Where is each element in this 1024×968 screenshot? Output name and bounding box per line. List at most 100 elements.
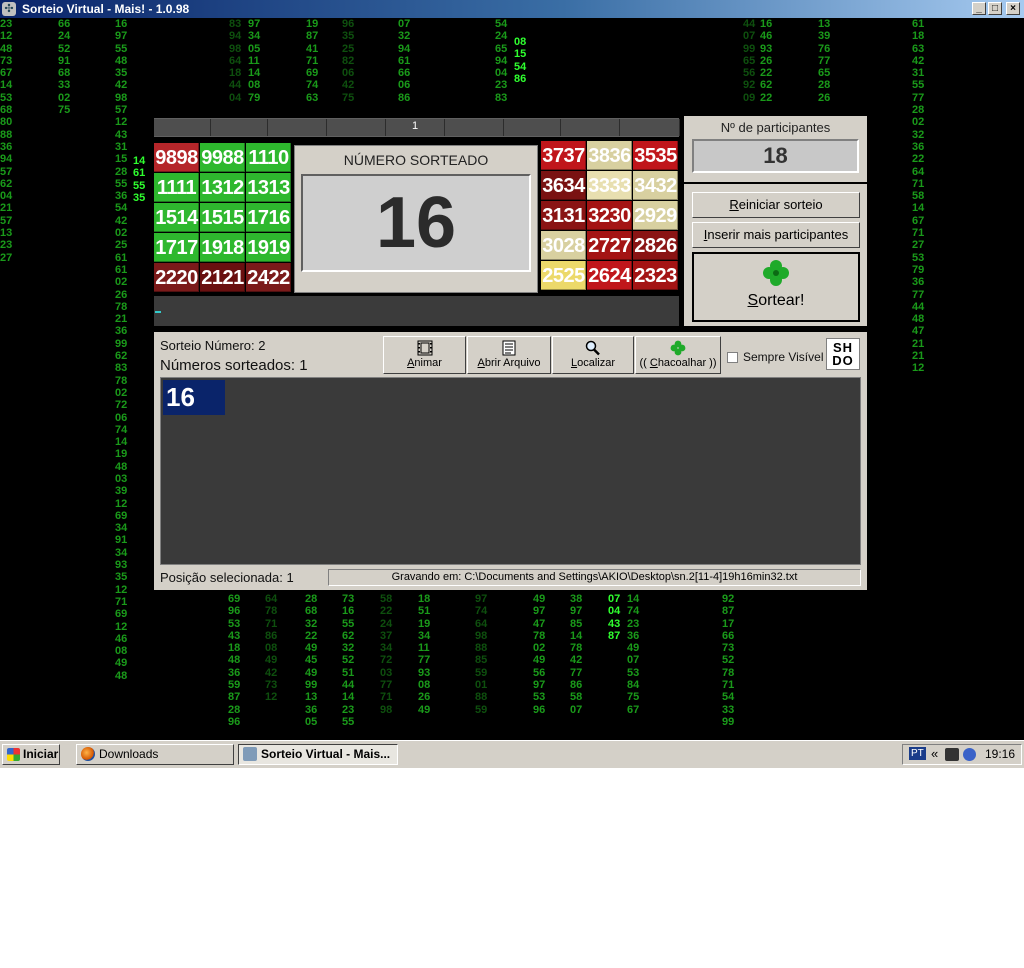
number-cell: 2826 bbox=[633, 231, 678, 260]
insert-participants-button[interactable]: Inserir mais participantes bbox=[692, 222, 860, 248]
task-downloads-label: Downloads bbox=[99, 747, 159, 761]
matrix-column: 08 15 54 86 bbox=[514, 36, 527, 85]
matrix-column: 16 97 55 48 35 42 98 57 12 43 31 15 28 5… bbox=[115, 18, 128, 682]
matrix-column: 07 04 43 87 bbox=[608, 593, 621, 642]
drawn-number-panel: NÚMERO SORTEADO 16 bbox=[294, 145, 538, 293]
restart-draw-button[interactable]: Reiniciar sorteio bbox=[692, 192, 860, 218]
animate-button[interactable]: Animar bbox=[383, 336, 466, 374]
network-icon[interactable] bbox=[963, 748, 976, 761]
number-cell: 1312 bbox=[200, 173, 245, 202]
number-cell-value: 3333 bbox=[588, 174, 631, 197]
matrix-column: 96 35 25 82 06 42 75 bbox=[342, 18, 355, 104]
number-cell: 1111 bbox=[154, 173, 199, 202]
number-cell-value: 2826 bbox=[634, 234, 677, 257]
number-cell-value: 1717 bbox=[155, 236, 198, 259]
number-cell: 3535 bbox=[633, 141, 678, 170]
number-cell-value: 2323 bbox=[634, 264, 677, 287]
matrix-column: 97 34 05 11 14 08 79 bbox=[248, 18, 261, 104]
firefox-icon bbox=[81, 747, 95, 761]
open-file-button[interactable]: Abrir Arquivo bbox=[467, 336, 551, 374]
animate-label: Animar bbox=[407, 357, 442, 369]
matrix-column: 23 12 48 73 67 14 53 68 80 88 36 94 57 6… bbox=[0, 18, 13, 264]
number-cell: 1514 bbox=[154, 203, 199, 232]
number-cell: 3333 bbox=[587, 171, 632, 200]
document-icon bbox=[502, 340, 516, 356]
window-title: Sorteio Virtual - Mais! - 1.0.98 bbox=[22, 2, 190, 16]
number-cell-value: 2422 bbox=[247, 266, 290, 289]
start-label: Iniciar bbox=[23, 747, 59, 761]
drawn-number-item[interactable]: 16 bbox=[163, 380, 225, 415]
find-button[interactable]: Localizar bbox=[552, 336, 634, 374]
draw-button[interactable]: Sortear! bbox=[692, 252, 860, 322]
number-cell-value: 2525 bbox=[542, 264, 585, 287]
results-panel: Sorteio Número: 2 Números sorteados: 1 A… bbox=[154, 332, 867, 590]
matrix-column: 49 97 47 78 02 49 56 97 53 96 bbox=[533, 593, 546, 716]
participants-count: 18 bbox=[692, 139, 859, 173]
title-bar[interactable]: ✣ Sorteio Virtual - Mais! - 1.0.98 _ □ × bbox=[0, 0, 1024, 18]
number-cell: 2624 bbox=[587, 261, 632, 290]
find-label: Localizar bbox=[570, 357, 616, 369]
shake-button[interactable]: (( Chacoalhar )) bbox=[635, 336, 721, 374]
progress-strip bbox=[154, 296, 679, 326]
matrix-column: 69 96 53 43 18 48 36 59 87 28 96 bbox=[228, 593, 241, 728]
number-cell: 3432 bbox=[633, 171, 678, 200]
draw-number-label: Sorteio Número: 2 bbox=[160, 338, 266, 353]
numbers-drawn-label: Números sorteados: 1 bbox=[160, 357, 308, 374]
start-button[interactable]: Iniciar bbox=[2, 744, 60, 765]
number-cell: 1110 bbox=[246, 143, 291, 172]
number-cell-value: 3028 bbox=[542, 234, 585, 257]
number-cell-value: 2929 bbox=[634, 204, 677, 227]
number-cell-value: 2624 bbox=[588, 264, 631, 287]
windows-logo-icon bbox=[7, 748, 20, 761]
matrix-column: 13 39 76 77 65 28 26 bbox=[818, 18, 831, 104]
drawn-numbers-list: 16 bbox=[160, 377, 861, 565]
number-cell-value: 2727 bbox=[588, 234, 631, 257]
matrix-column: 92 87 17 66 73 52 78 71 54 33 99 bbox=[722, 593, 735, 728]
number-cell: 3230 bbox=[587, 201, 632, 230]
number-cell: 3634 bbox=[541, 171, 586, 200]
close-button[interactable]: × bbox=[1006, 2, 1020, 15]
number-cell-value: 2220 bbox=[155, 266, 198, 289]
task-downloads[interactable]: Downloads bbox=[76, 744, 234, 765]
matrix-column: 16 46 93 26 22 62 22 bbox=[760, 18, 773, 104]
matrix-column: 64 78 71 86 08 49 42 73 12 bbox=[265, 593, 278, 704]
task-sorteio-virtual[interactable]: Sorteio Virtual - Mais... bbox=[238, 744, 398, 765]
number-cell: 2422 bbox=[246, 263, 291, 292]
matrix-column: 38 97 85 14 78 42 77 86 58 07 bbox=[570, 593, 583, 716]
clover-icon bbox=[670, 340, 686, 356]
taskbar: Iniciar Downloads Sorteio Virtual - Mais… bbox=[0, 740, 1024, 768]
shake-label: (( Chacoalhar )) bbox=[639, 357, 717, 369]
tray-expand-icon[interactable]: « bbox=[931, 746, 938, 761]
matrix-column: 73 16 55 62 32 52 51 44 14 23 55 bbox=[342, 593, 355, 728]
number-cell: 1716 bbox=[246, 203, 291, 232]
number-cell-value: 9898 bbox=[155, 146, 198, 169]
number-cell-value: 1716 bbox=[247, 206, 290, 229]
number-cell: 2727 bbox=[587, 231, 632, 260]
app-window: 23 12 48 73 67 14 53 68 80 88 36 94 57 6… bbox=[0, 0, 1024, 740]
number-cell: 3836 bbox=[587, 141, 632, 170]
number-cell: 9898 bbox=[154, 143, 199, 172]
always-visible-label: Sempre Visível bbox=[743, 350, 824, 364]
number-cell: 2121 bbox=[200, 263, 245, 292]
number-cell-value: 3131 bbox=[542, 204, 585, 227]
number-cell-value: 1514 bbox=[155, 206, 198, 229]
minimize-button[interactable]: _ bbox=[972, 2, 986, 15]
matrix-column: 44 07 99 65 56 92 09 bbox=[743, 18, 756, 104]
number-cell: 2323 bbox=[633, 261, 678, 290]
maximize-button[interactable]: □ bbox=[988, 2, 1002, 15]
actions-panel: Reiniciar sorteio Inserir mais participa… bbox=[684, 184, 867, 326]
film-icon bbox=[417, 340, 432, 356]
always-visible-checkbox[interactable] bbox=[727, 352, 738, 363]
magnifier-icon bbox=[585, 340, 600, 356]
speaker-icon[interactable] bbox=[945, 748, 959, 761]
number-cell: 1919 bbox=[246, 233, 291, 262]
clover-icon bbox=[763, 260, 789, 286]
number-cell: 2525 bbox=[541, 261, 586, 290]
system-tray: PT « 19:16 bbox=[902, 744, 1022, 765]
number-cell-value: 9988 bbox=[201, 146, 244, 169]
number-cell-value: 3634 bbox=[542, 174, 585, 197]
number-cell: 1717 bbox=[154, 233, 199, 262]
drawn-number-display: 16 bbox=[301, 174, 531, 272]
language-indicator[interactable]: PT bbox=[909, 747, 926, 760]
number-cell-value: 1919 bbox=[247, 236, 290, 259]
